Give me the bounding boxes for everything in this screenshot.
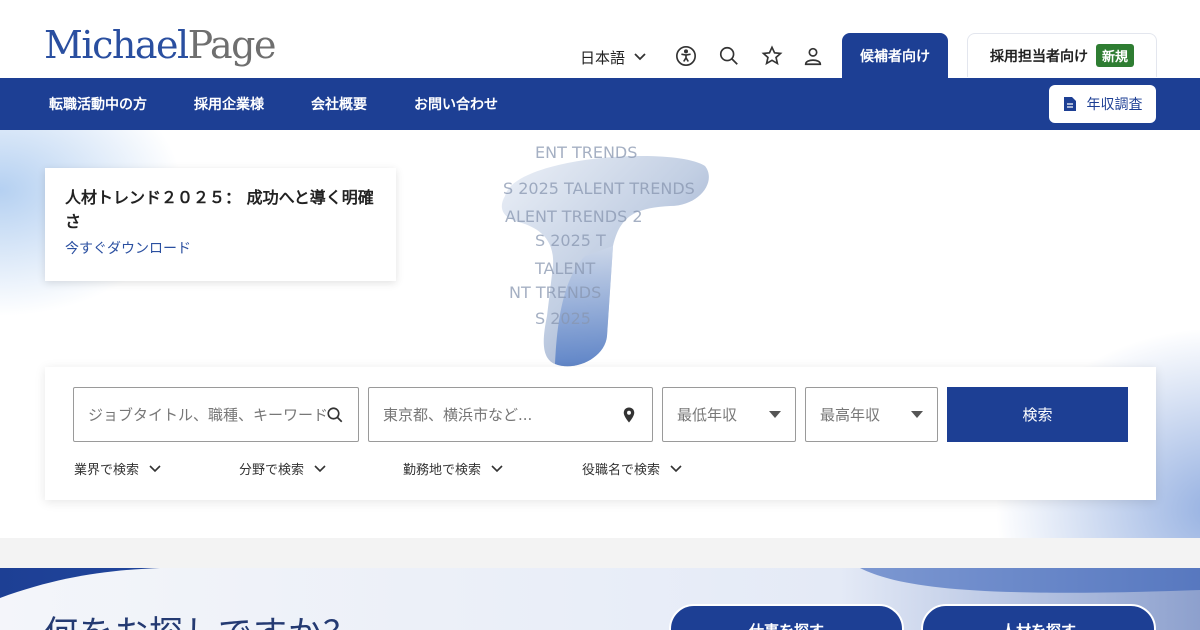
chevron-down-icon <box>634 53 646 61</box>
tab-employers[interactable]: 採用担当者向け 新規 <box>967 33 1157 77</box>
art-line: S 2025 <box>535 309 591 328</box>
art-line: NT TRENDS <box>509 283 601 302</box>
filter-label: 役職名で検索 <box>582 463 661 478</box>
nav-item-contact[interactable]: お問い合わせ <box>414 78 498 130</box>
art-line: S 2025 TALENT TRENDS <box>503 179 695 198</box>
min-salary-label: 最低年収 <box>677 406 738 424</box>
search-icon <box>327 406 343 422</box>
chevron-down-icon <box>149 464 161 472</box>
what-are-you-looking-for-section: 何をお探しですか？ 仕事を探す 人材を探す <box>0 568 1200 630</box>
filter-label: 業界で検索 <box>74 463 140 478</box>
download-now-link[interactable]: 今すぐダウンロード <box>65 238 191 258</box>
nav-item-job-seekers[interactable]: 転職活動中の方 <box>49 78 147 130</box>
filter-by-location[interactable]: 勤務地で検索 <box>403 459 503 478</box>
find-talent-button[interactable]: 人材を探す <box>921 604 1156 630</box>
logo-text-page: Page <box>187 23 277 67</box>
caret-down-icon <box>769 411 781 418</box>
location-search-input[interactable]: 東京都、横浜市など... <box>368 387 653 442</box>
location-pin-icon <box>623 407 635 422</box>
main-nav: 転職活動中の方 採用企業様 会社概要 お問い合わせ 年収調査 <box>0 78 1200 130</box>
salary-survey-button[interactable]: 年収調査 <box>1049 85 1156 123</box>
chevron-down-icon <box>314 464 326 472</box>
art-line: S 2025 T <box>535 231 606 250</box>
promo-title: 人材トレンド２０２５： 成功へと導く明確さ <box>65 188 374 231</box>
art-line: ENT TRENDS <box>535 143 637 162</box>
accessibility-icon <box>676 46 696 66</box>
michael-page-logo[interactable]: MichaelPage <box>44 22 277 68</box>
job-search-panel: ジョブタイトル、職種、キーワード 東京都、横浜市など... 最低年収 最高年収 … <box>45 367 1156 500</box>
nav-item-employers[interactable]: 採用企業様 <box>194 78 264 130</box>
user-icon <box>804 47 822 66</box>
filter-label: 分野で検索 <box>239 463 305 478</box>
talent-trends-promo-card: 人材トレンド２０２５： 成功へと導く明確さ 今すぐダウンロード <box>45 168 396 281</box>
account-button[interactable] <box>799 42 827 70</box>
chevron-down-icon <box>491 464 503 472</box>
min-salary-select[interactable]: 最低年収 <box>662 387 796 442</box>
filter-label: 勤務地で検索 <box>403 463 482 478</box>
search-icon <box>719 46 738 65</box>
search-submit-button[interactable]: 検索 <box>947 387 1128 442</box>
tab-candidates[interactable]: 候補者向け <box>842 33 948 79</box>
favorites-button[interactable] <box>758 42 786 70</box>
logo-text-michael: Michael <box>44 23 189 67</box>
filter-by-job-title[interactable]: 役職名で検索 <box>582 459 682 478</box>
find-job-button[interactable]: 仕事を探す <box>669 604 904 630</box>
accessibility-button[interactable] <box>672 42 700 70</box>
star-icon <box>761 45 783 66</box>
chevron-down-icon <box>670 464 682 472</box>
keyword-search-input[interactable]: ジョブタイトル、職種、キーワード <box>73 387 359 442</box>
document-icon <box>1063 97 1076 111</box>
section-title: 何をお探しですか？ <box>44 606 358 630</box>
location-placeholder: 東京都、横浜市など... <box>383 406 533 424</box>
art-line: TALENT <box>534 259 595 278</box>
art-line: ALENT TRENDS 2 <box>505 207 643 226</box>
caret-down-icon <box>911 411 923 418</box>
section-divider <box>0 538 1200 568</box>
salary-survey-label: 年収調査 <box>1086 97 1143 113</box>
filter-by-industry[interactable]: 業界で検索 <box>74 459 161 478</box>
max-salary-select[interactable]: 最高年収 <box>805 387 938 442</box>
language-selector[interactable]: 日本語 <box>580 40 647 74</box>
max-salary-label: 最高年収 <box>820 406 881 424</box>
nav-item-company[interactable]: 会社概要 <box>311 78 367 130</box>
search-button[interactable] <box>715 42 743 70</box>
filter-by-field[interactable]: 分野で検索 <box>239 459 326 478</box>
talent-trends-artwork: ENT TRENDS S 2025 TALENT TRENDS ALENT TR… <box>501 143 709 367</box>
language-label: 日本語 <box>580 48 626 67</box>
hero-section: ENT TRENDS S 2025 TALENT TRENDS ALENT TR… <box>0 130 1200 538</box>
tab-employers-label: 採用担当者向け <box>989 48 1088 65</box>
site-header: MichaelPage 日本語 候補者向け 採用担当者向け 新規 <box>0 0 1200 79</box>
keyword-placeholder: ジョブタイトル、職種、キーワード <box>88 406 326 424</box>
new-badge: 新規 <box>1095 44 1134 67</box>
